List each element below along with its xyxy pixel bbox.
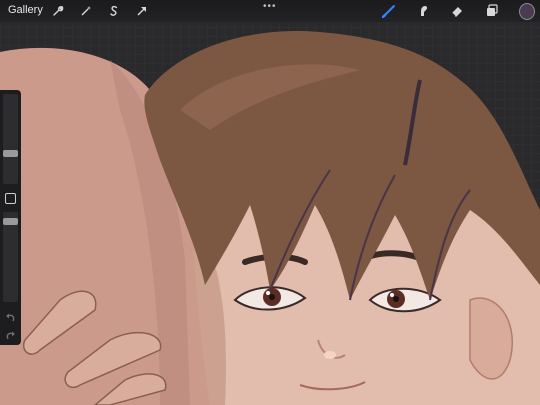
left-sidebar xyxy=(0,90,21,345)
transform-arrow-icon[interactable] xyxy=(134,3,150,19)
redo-icon[interactable] xyxy=(5,328,16,340)
artwork xyxy=(0,0,540,405)
undo-icon[interactable] xyxy=(5,310,16,322)
top-toolbar: Gallery ••• xyxy=(0,0,540,22)
nose-highlight xyxy=(324,351,336,359)
layers-icon[interactable] xyxy=(484,3,500,19)
gallery-button[interactable]: Gallery xyxy=(8,4,43,16)
more-options-button[interactable]: ••• xyxy=(263,1,277,12)
selection-icon[interactable] xyxy=(106,3,122,19)
color-swatch[interactable] xyxy=(519,2,535,20)
brush-size-slider[interactable] xyxy=(3,94,18,184)
wrench-icon[interactable] xyxy=(50,3,66,19)
brush-icon[interactable] xyxy=(381,3,397,19)
current-color-circle xyxy=(519,2,535,20)
opacity-thumb[interactable] xyxy=(3,218,18,225)
drawing-canvas[interactable] xyxy=(0,0,540,405)
opacity-slider[interactable] xyxy=(3,212,18,302)
modify-button[interactable] xyxy=(5,193,16,204)
eraser-icon[interactable] xyxy=(449,3,465,19)
smudge-icon[interactable] xyxy=(415,3,431,19)
magic-wand-icon[interactable] xyxy=(78,3,94,19)
brush-size-thumb[interactable] xyxy=(3,150,18,157)
